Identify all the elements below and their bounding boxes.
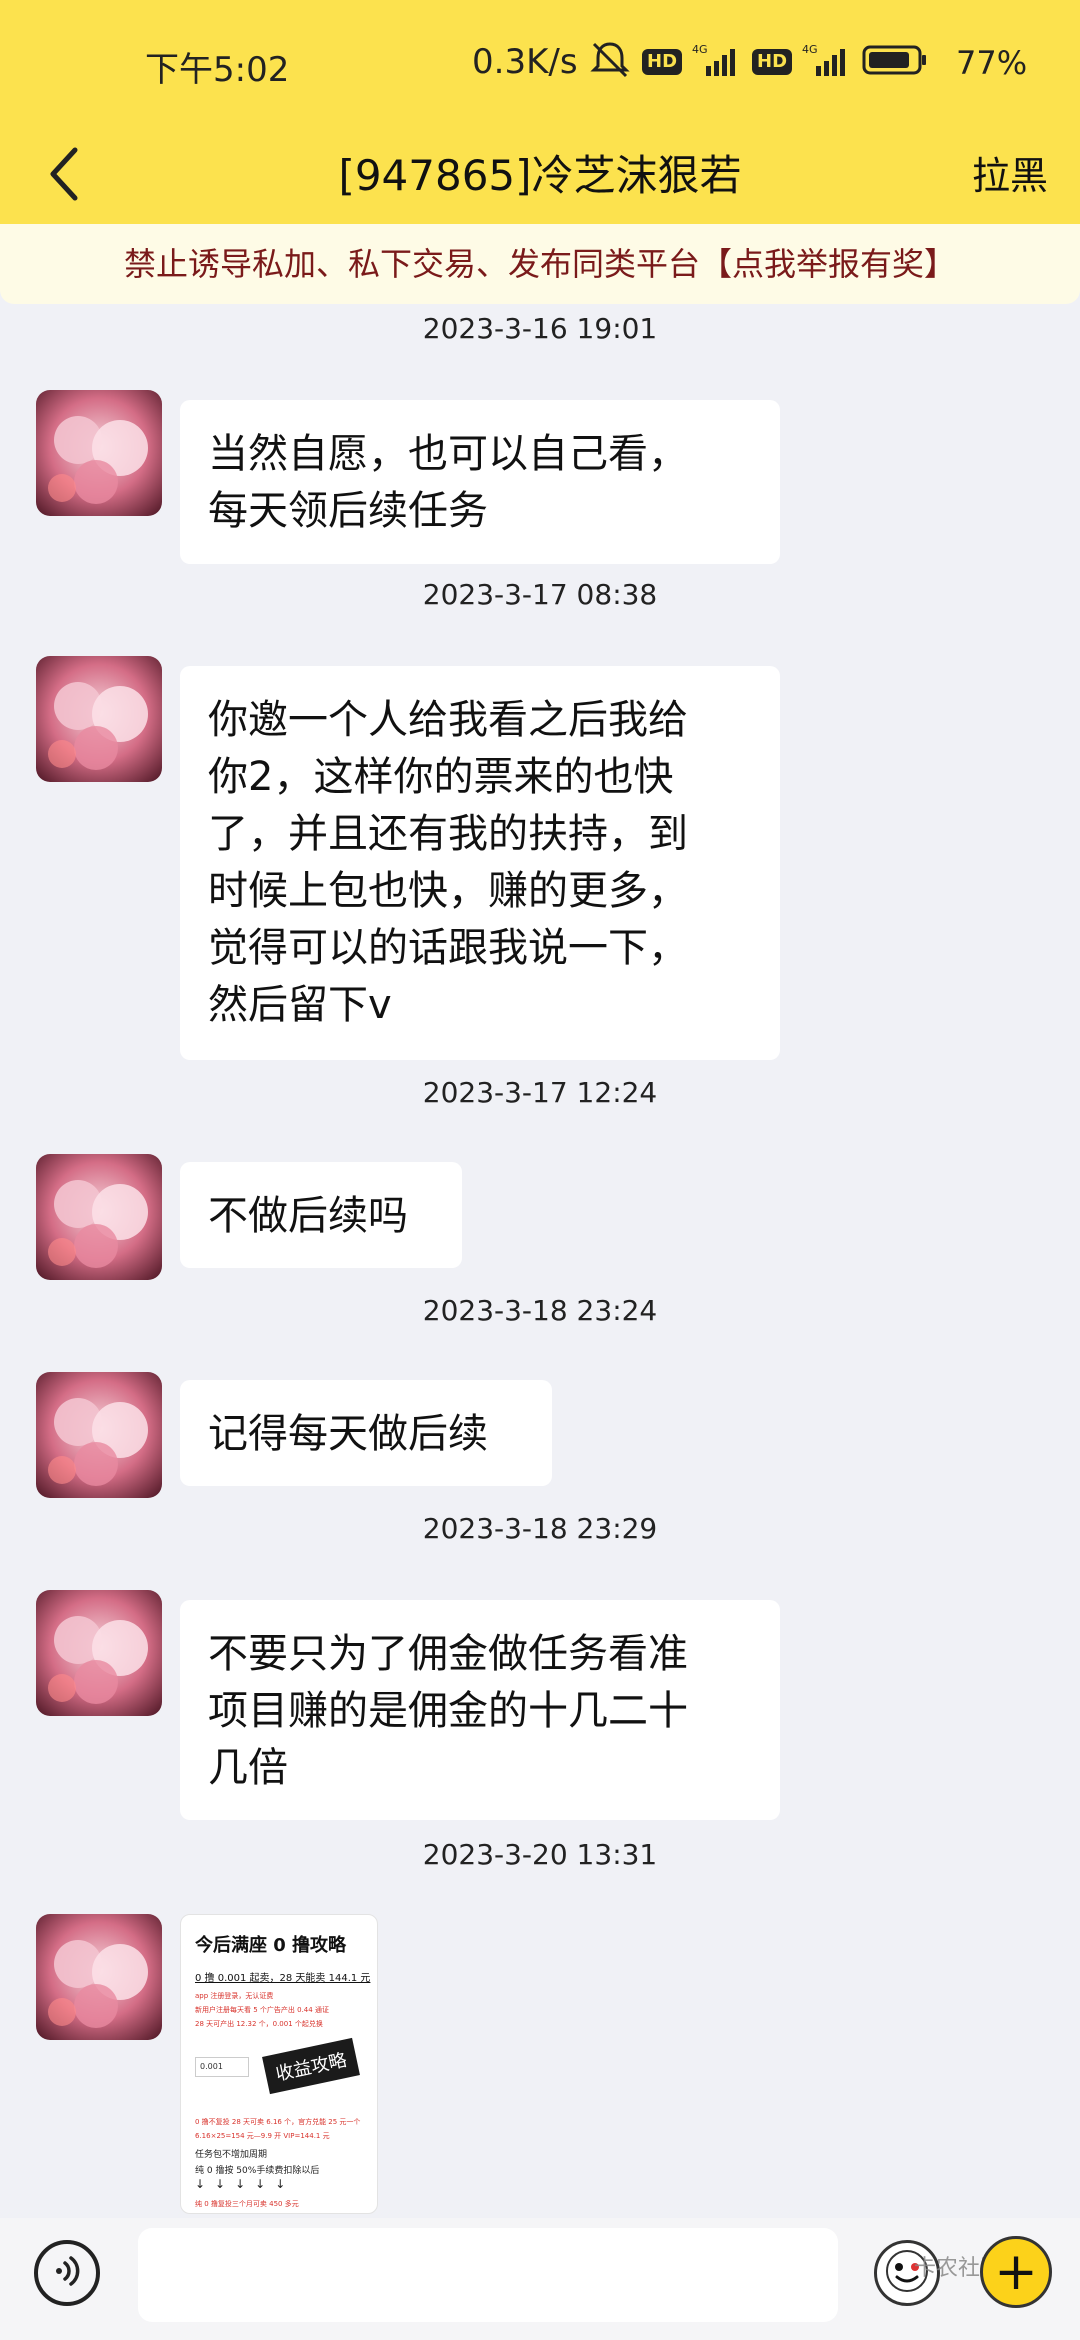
avatar[interactable] (36, 1914, 162, 2040)
image-line: app 注册登录，无认证费 (195, 1992, 274, 2000)
signal-icon: 4G (692, 42, 742, 82)
message-bubble[interactable]: 不做后续吗 (180, 1162, 462, 1268)
message-timestamp: 2023-3-16 19:01 (422, 312, 658, 345)
avatar[interactable] (36, 1590, 162, 1716)
image-input-preview: 0.001 (195, 2057, 249, 2077)
input-bar: 卡农社区 + (0, 2218, 1080, 2340)
message-bubble[interactable]: 不要只为了佣金做任务看准 项目赚的是佣金的十几二十 几倍 (180, 1600, 780, 1820)
chat-title: [947865]冷芝沫狠若 (338, 151, 742, 200)
image-message[interactable]: 今后满座 0 撸攻略 0 撸 0.001 起卖，28 天能卖 144.1 元 a… (180, 1914, 378, 2214)
svg-text:4G: 4G (802, 43, 818, 56)
battery-icon (862, 44, 928, 80)
message-bubble[interactable]: 你邀一个人给我看之后我给 你2，这样你的票来的也快 了，并且还有我的扶持，到 时… (180, 666, 780, 1060)
image-line: 任务包不增加周期 (195, 2150, 268, 2160)
network-speed: 0.3K/s (472, 42, 578, 82)
voice-icon (49, 2253, 85, 2293)
plus-icon: + (994, 2242, 1038, 2302)
mute-icon (588, 40, 632, 84)
plus-button[interactable]: + (980, 2236, 1052, 2308)
message-bubble[interactable]: 当然自愿，也可以自己看， 每天领后续任务 (180, 400, 780, 564)
image-line: 新用户注册每天看 5 个广告产出 0.44 通证 (195, 2006, 329, 2014)
image-line: 0 撸不复投 28 天可卖 6.16 个，官方兑能 25 元一个 (195, 2118, 361, 2126)
message-input[interactable] (138, 2228, 838, 2322)
status-time: 下午5:02 (145, 50, 290, 90)
message-timestamp: 2023-3-17 08:38 (422, 578, 658, 611)
svg-text:4G: 4G (692, 43, 708, 56)
image-title: 今后满座 0 撸攻略 (195, 1935, 347, 1956)
status-icons: HD 4G HD 4G (588, 40, 928, 84)
report-link[interactable]: 【点我举报有奖】 (700, 245, 956, 283)
image-line: 6.16×25=154 元—9.9 开 VIP=144.1 元 (195, 2132, 330, 2140)
voice-button[interactable] (34, 2240, 100, 2306)
message-bubble[interactable]: 记得每天做后续 (180, 1380, 552, 1486)
message-timestamp: 2023-3-18 23:24 (422, 1294, 658, 1327)
image-tag: 收益攻略 (262, 2037, 360, 2095)
image-line: 纯 0 撸按 50%手续费扣除以后 (195, 2166, 320, 2176)
image-subtitle: 0 撸 0.001 起卖，28 天能卖 144.1 元 (195, 1973, 371, 1984)
warning-notice: 禁止诱导私加、私下交易、发布同类平台【点我举报有奖】 (0, 224, 1080, 304)
signal-icon-2: 4G (802, 42, 852, 82)
message-timestamp: 2023-3-18 23:29 (422, 1512, 658, 1545)
chat-header: [947865]冷芝沫狠若 拉黑 (0, 128, 1080, 224)
avatar[interactable] (36, 390, 162, 516)
back-arrow-icon (47, 146, 81, 206)
block-button[interactable]: 拉黑 (972, 128, 1048, 224)
message-timestamp: 2023-3-20 13:31 (422, 1838, 658, 1871)
back-button[interactable] (24, 134, 104, 218)
image-line: 纯 0 撸复投三个月可卖 450 多元 (195, 2200, 299, 2208)
notice-text: 禁止诱导私加、私下交易、发布同类平台 (123, 245, 700, 283)
status-bar: 下午5:02 0.3K/s HD 4G HD 4G 77% (0, 0, 1080, 128)
battery-percent: 77% (956, 44, 1028, 82)
down-arrows: ↓↓↓↓↓ (195, 2177, 296, 2191)
image-line: 28 天可产出 12.32 个，0.001 个起兑换 (195, 2020, 323, 2028)
message-timestamp: 2023-3-17 12:24 (422, 1076, 658, 1109)
avatar[interactable] (36, 656, 162, 782)
hd-badge-2: HD (752, 49, 793, 75)
hd-badge: HD (642, 49, 683, 75)
avatar[interactable] (36, 1372, 162, 1498)
avatar[interactable] (36, 1154, 162, 1280)
